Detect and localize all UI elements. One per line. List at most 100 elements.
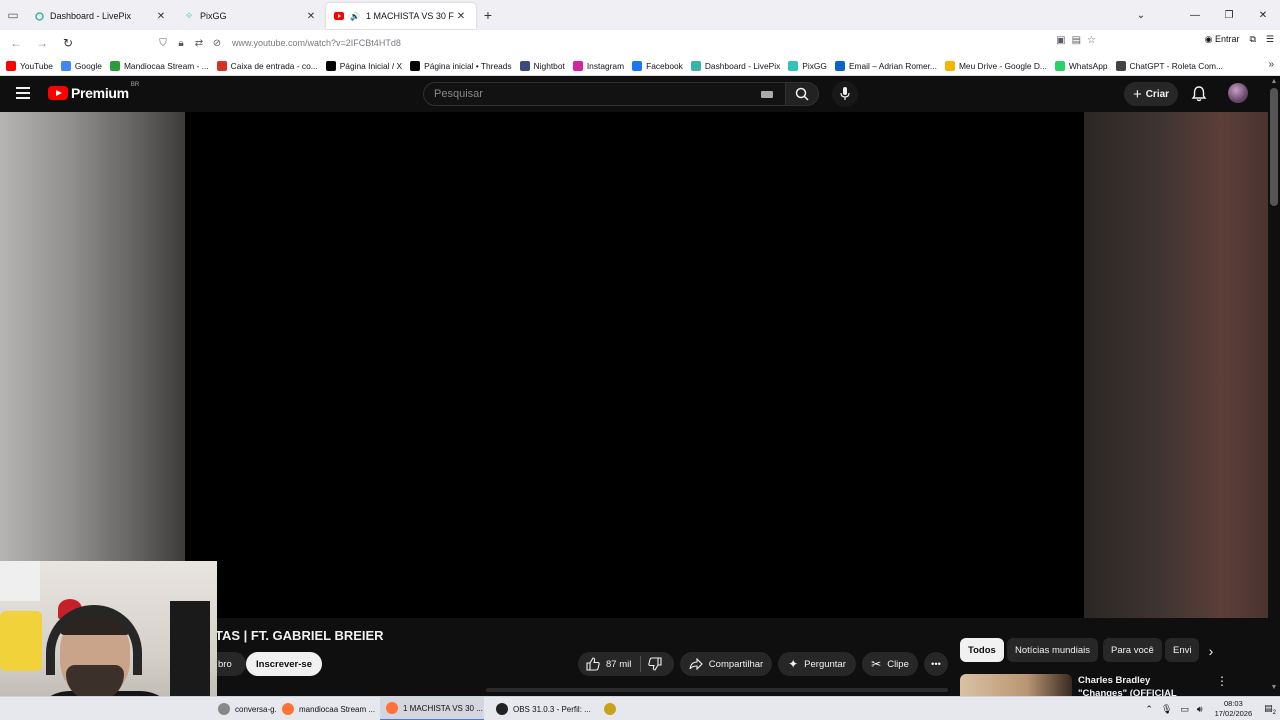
bookmark-favicon-icon — [109, 60, 120, 71]
bookmark-label: Nightbot — [533, 60, 565, 71]
thumbs-down-icon — [648, 657, 662, 671]
close-window-icon[interactable]: ✕ — [1246, 0, 1280, 30]
bookmarks-overflow-icon[interactable]: » — [1268, 59, 1274, 70]
close-tab-icon[interactable]: ✕ — [154, 11, 168, 22]
filter-chip[interactable]: Todos — [960, 638, 1004, 662]
bookmark-item[interactable]: Email – Adrian Romer... — [834, 60, 937, 71]
close-tab-icon[interactable]: ✕ — [304, 11, 318, 22]
taskbar-app[interactable]: mandiocaa Stream ... — [276, 697, 378, 720]
tracking-shield-icon[interactable]: ⛉ — [154, 38, 172, 49]
microphone-tray-icon[interactable]: 🎙︎ — [1161, 704, 1172, 715]
dislike-button[interactable] — [648, 657, 662, 674]
bookmark-item[interactable]: Página Inicial / X — [325, 60, 402, 71]
bookmark-favicon-icon — [6, 60, 16, 71]
bookmark-item[interactable]: ChatGPT - Roleta Com... — [1115, 60, 1223, 71]
url-text: www.youtube.com/watch?v=2IFCBt4HTd8 — [232, 38, 401, 48]
bookmark-item[interactable]: PixGG — [788, 60, 827, 71]
notifications-bell-icon[interactable] — [1190, 85, 1208, 103]
keyboard-icon[interactable] — [761, 91, 773, 98]
subscribe-button[interactable]: Inscrever-se — [246, 652, 322, 676]
avatar[interactable] — [1228, 83, 1248, 103]
search-input[interactable] — [424, 88, 744, 100]
voice-search-button[interactable] — [832, 81, 858, 107]
recommendation-thumbnail[interactable] — [960, 674, 1072, 696]
reader-view-icon[interactable]: ▤ — [1072, 35, 1081, 46]
tab-livepix[interactable]: Dashboard - LivePix ✕ — [26, 3, 176, 29]
bookmark-item[interactable]: YouTube — [6, 60, 53, 71]
bookmark-item[interactable]: Mandiocaa Stream - ... — [109, 60, 209, 71]
clip-button[interactable]: ✂ Clipe — [862, 652, 918, 676]
bookmark-item[interactable]: Dashboard - LivePix — [690, 60, 780, 71]
bookmark-star-icon[interactable]: ☆ — [1087, 35, 1096, 46]
scroll-up-icon[interactable]: ▲ — [1270, 78, 1278, 85]
guide-menu-icon[interactable] — [16, 87, 30, 99]
menu-icon[interactable]: ☰ — [1266, 34, 1274, 45]
audio-playing-icon[interactable]: 🔊 — [350, 11, 360, 21]
tab-pixgg[interactable]: ⟐ PixGG ✕ — [176, 3, 326, 29]
more-horizontal-icon: ••• — [931, 658, 941, 670]
autoplay-blocked-icon[interactable]: ⊘ — [208, 38, 226, 49]
tab-youtube-video[interactable]: 🔊 1 MACHISTA VS 30 FEMINI ✕ — [326, 3, 476, 29]
extensions-icon[interactable]: ⧉ — [1249, 34, 1255, 45]
more-actions-button[interactable]: ••• — [924, 652, 948, 676]
filter-chip[interactable]: Notícias mundiais — [1007, 638, 1098, 662]
bookmark-item[interactable]: Meu Drive - Google D... — [944, 60, 1047, 71]
like-button[interactable]: 87 mil — [586, 657, 631, 671]
search-button[interactable] — [785, 82, 819, 106]
account-icon: ◉ — [1204, 34, 1213, 44]
filter-chip[interactable]: Envi — [1165, 638, 1200, 662]
clock-date: 17/02/2026 — [1214, 709, 1253, 718]
taskbar-app[interactable] — [598, 697, 620, 720]
tab-title: 1 MACHISTA VS 30 FEMINI — [366, 11, 454, 21]
ambient-glow-right — [1084, 112, 1268, 618]
network-icon[interactable]: ▭ — [1180, 704, 1189, 715]
more-vertical-icon[interactable]: ⋮ — [1216, 674, 1228, 688]
bookmark-item[interactable]: WhatsApp — [1054, 60, 1108, 71]
volume-icon[interactable]: 🔊︎ — [1197, 704, 1203, 715]
scroll-down-icon[interactable]: ▼ — [1270, 684, 1278, 691]
youtube-premium-logo[interactable]: Premium BR — [48, 82, 139, 101]
bookmark-item[interactable]: Página inicial • Threads — [410, 60, 512, 71]
like-count: 87 mil — [606, 658, 632, 670]
share-icon — [689, 658, 703, 670]
share-label: Compartilhar — [708, 658, 764, 670]
chevron-right-icon[interactable]: › — [1200, 640, 1222, 662]
notifications-icon[interactable]: ▤2 — [1264, 703, 1276, 716]
close-tab-icon[interactable]: ✕ — [454, 11, 468, 22]
recommendation-title[interactable]: Charles Bradley "Changes" (OFFICIAL VIDE… — [1078, 674, 1202, 696]
lock-icon[interactable]: 🔒︎ — [172, 38, 190, 49]
forward-icon[interactable]: → — [30, 31, 54, 55]
youtube-favicon-icon — [334, 11, 344, 21]
bookmark-favicon-icon — [1115, 60, 1126, 71]
share-button[interactable]: Compartilhar — [680, 652, 772, 676]
new-tab-icon[interactable]: + — [476, 7, 500, 23]
minimize-icon[interactable]: — — [1178, 0, 1212, 30]
picture-in-picture-icon[interactable]: ▣ — [1056, 35, 1065, 46]
ask-button[interactable]: ✦ Perguntar — [778, 652, 856, 676]
reload-icon[interactable]: ↻ — [56, 31, 80, 55]
filter-chip[interactable]: Para você — [1103, 638, 1162, 662]
taskbar-app[interactable]: 1 MACHISTA VS 30 ... — [380, 697, 484, 720]
tab-list-icon[interactable]: ▭ — [0, 0, 26, 30]
tray-overflow-chevron-icon[interactable]: ⌃ — [1145, 704, 1153, 715]
address-bar[interactable]: ⛉ 🔒︎ ⇄ ⊘ www.youtube.com/watch?v=2IFCBt4… — [154, 32, 1102, 54]
create-button[interactable]: + Criar — [1124, 82, 1178, 106]
taskbar-app[interactable]: conversa-g... — [212, 697, 276, 720]
bookmark-item[interactable]: Google — [60, 60, 102, 71]
bookmark-item[interactable]: Facebook — [632, 60, 683, 71]
permissions-icon[interactable]: ⇄ — [190, 38, 208, 49]
restore-icon[interactable]: ❐ — [1212, 0, 1246, 30]
tab-overflow-chevron-icon[interactable]: ⌄ — [1124, 0, 1158, 30]
bookmark-label: Caixa de entrada - co... — [230, 60, 318, 71]
clock[interactable]: 08:03 17/02/2026 — [1215, 699, 1253, 719]
back-icon[interactable]: ← — [4, 31, 28, 55]
app-icon — [604, 703, 616, 715]
taskbar-app[interactable]: OBS 31.0.3 - Perfil: ... — [490, 697, 592, 720]
bookmark-item[interactable]: Caixa de entrada - co... — [216, 60, 318, 71]
video-player[interactable] — [185, 112, 1084, 618]
bookmark-item[interactable]: Instagram — [572, 60, 624, 71]
scrollbar-thumb[interactable] — [1270, 88, 1278, 206]
account-button[interactable]: ◉ Entrar — [1205, 34, 1240, 45]
bookmark-item[interactable]: Nightbot — [519, 60, 565, 71]
video-title: TAS | FT. GABRIEL BREIER — [215, 628, 384, 643]
